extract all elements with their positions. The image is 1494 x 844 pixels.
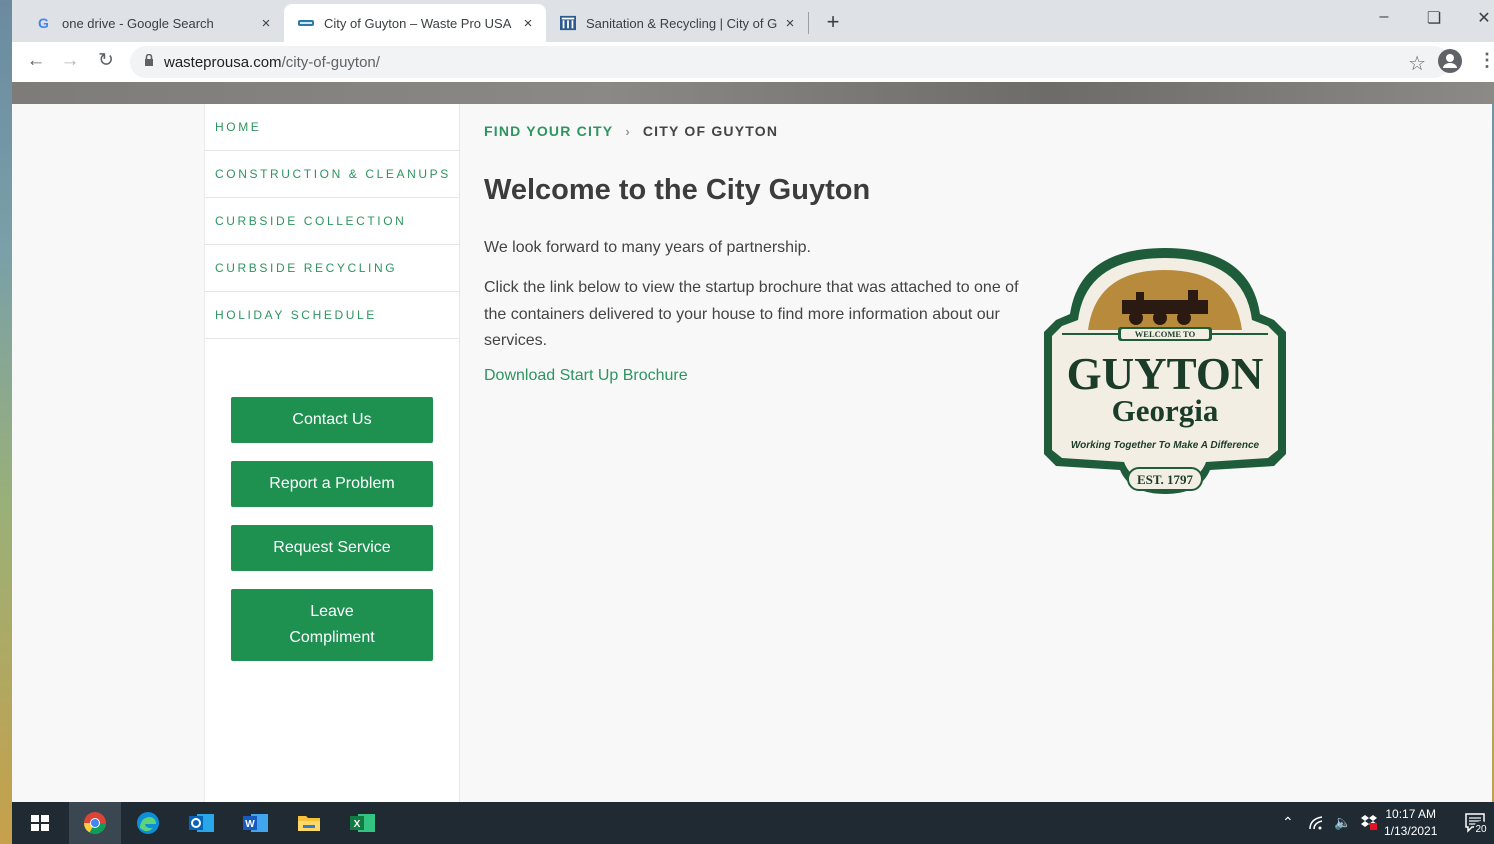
windows-taskbar: W X ⌃ 🔈 10:17 AM 1/13/2021 20 bbox=[12, 802, 1494, 844]
close-tab-icon[interactable]: × bbox=[520, 15, 536, 32]
train-wheel-icon bbox=[1177, 311, 1191, 325]
page-title: Welcome to the City Guyton bbox=[484, 174, 871, 206]
sidebar: HOME CONSTRUCTION & CLEANUPS CURBSIDE CO… bbox=[204, 104, 460, 802]
page-content: HOME CONSTRUCTION & CLEANUPS CURBSIDE CO… bbox=[12, 104, 1492, 802]
browser-toolbar: ← → ↻ wasteprousa.com/city-of-guyton/ ☆ … bbox=[12, 42, 1494, 82]
svg-text:G: G bbox=[38, 15, 49, 31]
reload-icon[interactable]: ↻ bbox=[94, 50, 118, 74]
google-icon: G bbox=[36, 15, 52, 31]
menu-kebab-icon[interactable]: ⋮ bbox=[1478, 50, 1494, 71]
waste-pro-favicon-icon bbox=[298, 15, 314, 31]
compliment-label-line1: Leave bbox=[310, 603, 354, 620]
edge-icon[interactable] bbox=[136, 811, 160, 835]
main-content: FIND YOUR CITY › CITY OF GUYTON Welcome … bbox=[484, 104, 1484, 802]
tab-title: City of Guyton – Waste Pro USA bbox=[324, 15, 512, 31]
tab-separator bbox=[808, 12, 809, 34]
account-avatar-icon[interactable] bbox=[1438, 49, 1462, 73]
breadcrumb: FIND YOUR CITY › CITY OF GUYTON bbox=[484, 123, 778, 139]
sidebar-item-holiday-schedule[interactable]: HOLIDAY SCHEDULE bbox=[205, 292, 459, 339]
logo-welcome-text: WELCOME TO bbox=[1135, 329, 1196, 339]
close-tab-icon[interactable]: × bbox=[782, 15, 798, 32]
compliment-label-line2: Compliment bbox=[289, 629, 375, 646]
sidebar-item-construction[interactable]: CONSTRUCTION & CLEANUPS bbox=[205, 151, 459, 198]
logo-city-name: GUYTON bbox=[1067, 349, 1264, 399]
chrome-taskbar-slot[interactable] bbox=[69, 802, 121, 844]
breadcrumb-separator: › bbox=[625, 123, 631, 139]
url-text: wasteprousa.com/city-of-guyton/ bbox=[164, 54, 380, 71]
leave-compliment-button[interactable]: Leave Compliment bbox=[231, 589, 433, 661]
chrome-icon bbox=[84, 812, 106, 834]
restore-icon[interactable]: ❏ bbox=[1414, 8, 1454, 28]
clock-time: 10:17 AM bbox=[1385, 807, 1437, 821]
clock-date: 1/13/2021 bbox=[1384, 824, 1438, 838]
new-tab-button[interactable]: + bbox=[820, 10, 846, 36]
contact-us-button[interactable]: Contact Us bbox=[231, 397, 433, 443]
url-path: /city-of-guyton/ bbox=[281, 53, 380, 71]
close-window-icon[interactable]: ✕ bbox=[1464, 8, 1494, 28]
report-problem-button[interactable]: Report a Problem bbox=[231, 461, 433, 507]
tab-google-search[interactable]: G one drive - Google Search × bbox=[22, 4, 284, 42]
tab-sanitation[interactable]: Sanitation & Recycling | City of G × bbox=[546, 4, 808, 42]
sidebar-item-curbside-collection[interactable]: CURBSIDE COLLECTION bbox=[205, 198, 459, 245]
sidebar-item-home[interactable]: HOME bbox=[205, 104, 459, 151]
minimize-icon[interactable]: – bbox=[1364, 8, 1404, 26]
tab-title: Sanitation & Recycling | City of G bbox=[586, 15, 778, 31]
request-service-button[interactable]: Request Service bbox=[231, 525, 433, 571]
notification-count: 20 bbox=[1475, 824, 1487, 835]
word-icon[interactable]: W bbox=[243, 811, 268, 835]
windows-start-icon[interactable] bbox=[28, 811, 52, 835]
tab-waste-pro[interactable]: City of Guyton – Waste Pro USA × bbox=[284, 4, 546, 42]
logo-motto: Working Together To Make A Difference bbox=[1071, 440, 1260, 451]
address-bar[interactable]: wasteprousa.com/city-of-guyton/ bbox=[130, 46, 1450, 78]
lock-icon bbox=[144, 53, 154, 71]
excel-icon[interactable]: X bbox=[350, 811, 375, 835]
system-clock[interactable]: 10:17 AM 1/13/2021 bbox=[1384, 806, 1437, 840]
download-brochure-link[interactable]: Download Start Up Brochure bbox=[484, 367, 688, 385]
url-domain: wasteprousa.com bbox=[164, 53, 282, 71]
svg-text:X: X bbox=[354, 819, 361, 830]
dropbox-icon[interactable] bbox=[1360, 813, 1378, 834]
guyton-georgia-logo: WELCOME TO GUYTON Georgia Working Togeth… bbox=[1044, 248, 1286, 494]
train-wheel-icon bbox=[1153, 311, 1167, 325]
city-building-icon bbox=[560, 15, 576, 31]
logo-state-name: Georgia bbox=[1112, 393, 1219, 428]
browser-chrome: G one drive - Google Search × City of Gu… bbox=[12, 0, 1494, 104]
wifi-icon[interactable] bbox=[1308, 815, 1326, 834]
show-hidden-icons-chevron-icon[interactable]: ⌃ bbox=[1282, 814, 1294, 831]
brochure-paragraph: Click the link below to view the startup… bbox=[484, 279, 1019, 349]
logo-est-text: EST. 1797 bbox=[1137, 472, 1194, 487]
volume-icon[interactable]: 🔈 bbox=[1334, 814, 1351, 831]
train-wheel-icon bbox=[1129, 311, 1143, 325]
tab-title: one drive - Google Search bbox=[62, 15, 214, 31]
outlook-icon[interactable] bbox=[189, 811, 214, 835]
svg-text:W: W bbox=[245, 819, 255, 830]
bookmark-star-icon[interactable]: ☆ bbox=[1408, 51, 1426, 76]
file-explorer-icon[interactable] bbox=[297, 811, 321, 835]
notifications-icon[interactable]: 20 bbox=[1464, 811, 1490, 838]
breadcrumb-find-your-city[interactable]: FIND YOUR CITY bbox=[484, 123, 613, 139]
tab-bar: G one drive - Google Search × City of Gu… bbox=[12, 0, 1494, 42]
header-banner-image bbox=[12, 82, 1494, 104]
close-tab-icon[interactable]: × bbox=[258, 15, 274, 32]
intro-paragraph: We look forward to many years of partner… bbox=[484, 239, 811, 256]
forward-arrow-icon[interactable]: → bbox=[58, 50, 82, 74]
breadcrumb-current: CITY OF GUYTON bbox=[642, 123, 779, 139]
back-arrow-icon[interactable]: ← bbox=[24, 50, 48, 74]
sidebar-item-curbside-recycling[interactable]: CURBSIDE RECYCLING bbox=[205, 245, 459, 292]
